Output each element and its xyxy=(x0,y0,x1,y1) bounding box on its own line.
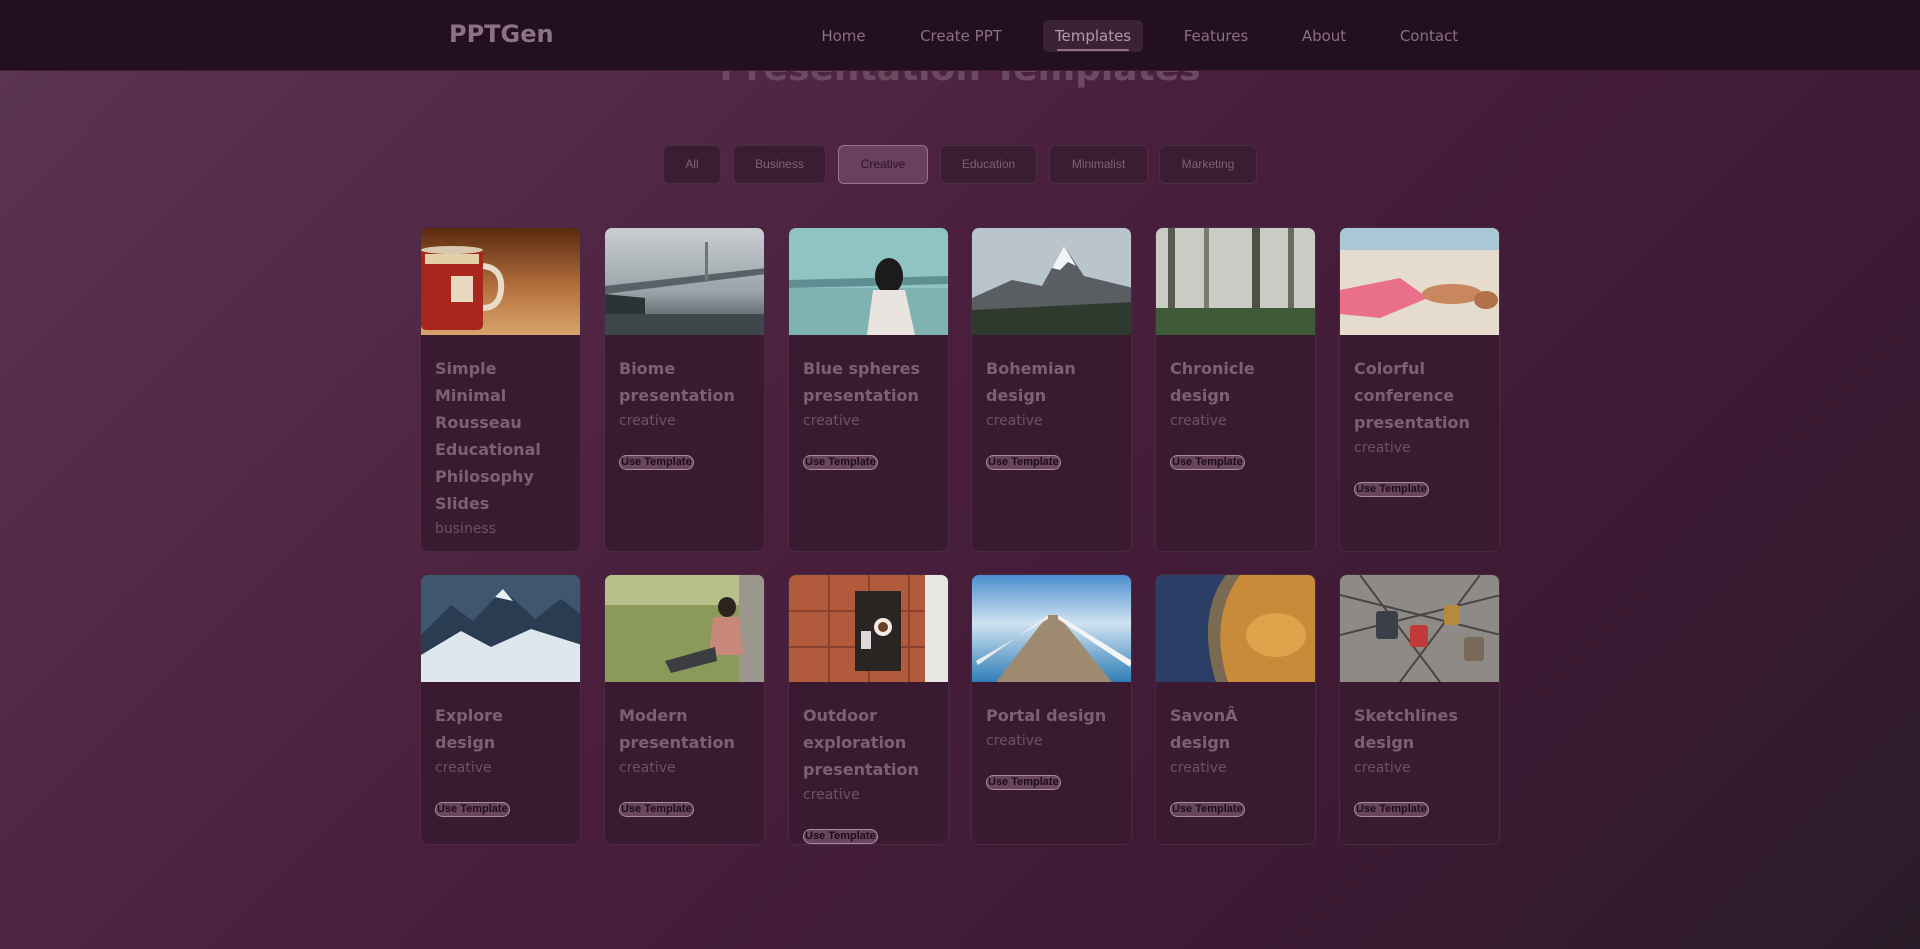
template-title: Sketchlines design xyxy=(1354,706,1458,752)
man-in-grass-photo xyxy=(605,575,764,682)
template-card[interactable]: Biome presentation creative Use Template xyxy=(604,227,765,552)
aerial-terrain-photo xyxy=(1156,575,1315,682)
template-card[interactable]: Sketchlines design creative Use Template xyxy=(1339,574,1500,845)
template-title: Modern presentation xyxy=(619,706,735,752)
template-title: Portal design xyxy=(986,706,1107,725)
blindfolded-woman-sea-photo xyxy=(789,228,948,335)
template-category: creative xyxy=(1170,413,1227,429)
pier-ocean-photo xyxy=(972,575,1131,682)
template-category: business xyxy=(435,521,497,537)
template-category: creative xyxy=(803,413,860,429)
use-template-button[interactable]: Use Template xyxy=(986,455,1061,470)
template-category: creative xyxy=(1354,440,1411,456)
template-title: SavonÂ design xyxy=(1170,706,1238,752)
snowy-peak-photo xyxy=(972,228,1131,335)
template-category: creative xyxy=(986,733,1043,749)
template-title: Explore design xyxy=(435,706,503,752)
template-title: Chronicle design xyxy=(1170,359,1255,405)
template-card[interactable]: Modern presentation creative Use Templat… xyxy=(604,574,765,845)
template-card[interactable]: Colorful conference presentation creativ… xyxy=(1339,227,1500,552)
template-card[interactable]: Outdoor exploration presentation creativ… xyxy=(788,574,949,845)
use-template-button[interactable]: Use Template xyxy=(1354,482,1429,497)
template-category: creative xyxy=(803,787,860,803)
nav-home[interactable]: Home xyxy=(810,20,877,52)
template-card[interactable]: Portal design creative Use Template xyxy=(971,574,1132,845)
template-category: creative xyxy=(1354,760,1411,776)
nav-templates[interactable]: Templates xyxy=(1043,20,1143,52)
nav-links: Home Create PPT Templates Features About… xyxy=(0,0,1920,71)
blue-mountains-photo xyxy=(421,575,580,682)
nav-contact[interactable]: Contact xyxy=(1391,20,1467,52)
nav-create-ppt[interactable]: Create PPT xyxy=(911,20,1011,52)
template-category: creative xyxy=(619,760,676,776)
template-category: creative xyxy=(1170,760,1227,776)
top-navbar: PPTGen Home Create PPT Templates Feature… xyxy=(0,0,1920,71)
template-grid: Simple Minimal Rousseau Educational Phil… xyxy=(0,0,1920,949)
template-card[interactable]: Explore design creative Use Template xyxy=(420,574,581,845)
template-category: creative xyxy=(986,413,1043,429)
love-locks-photo xyxy=(1340,575,1499,682)
template-title: Simple Minimal Rousseau Educational Phil… xyxy=(435,359,541,513)
template-title: Colorful conference presentation xyxy=(1354,359,1470,432)
use-template-button[interactable]: Use Template xyxy=(803,829,878,844)
use-template-button[interactable]: Use Template xyxy=(1354,802,1429,817)
template-category: creative xyxy=(619,413,676,429)
use-template-button[interactable]: Use Template xyxy=(619,455,694,470)
use-template-button[interactable]: Use Template xyxy=(803,455,878,470)
template-title: Bohemian design xyxy=(986,359,1076,405)
red-mug-photo xyxy=(421,228,580,335)
template-title: Biome presentation xyxy=(619,359,735,405)
use-template-button[interactable]: Use Template xyxy=(1170,802,1245,817)
foggy-bridge-photo xyxy=(605,228,764,335)
beach-sunbathers-photo xyxy=(1340,228,1499,335)
nav-features[interactable]: Features xyxy=(1176,20,1256,52)
template-card[interactable]: Chronicle design creative Use Template xyxy=(1155,227,1316,552)
use-template-button[interactable]: Use Template xyxy=(619,802,694,817)
use-template-button[interactable]: Use Template xyxy=(1170,455,1245,470)
template-title: Outdoor exploration presentation xyxy=(803,706,919,779)
coffee-tiles-photo xyxy=(789,575,948,682)
template-category: creative xyxy=(435,760,492,776)
template-title: Blue spheres presentation xyxy=(803,359,920,405)
use-template-button[interactable]: Use Template xyxy=(986,775,1061,790)
template-card[interactable]: SavonÂ design creative Use Template xyxy=(1155,574,1316,845)
use-template-button[interactable]: Use Template xyxy=(435,802,510,817)
misty-forest-photo xyxy=(1156,228,1315,335)
template-card[interactable]: Blue spheres presentation creative Use T… xyxy=(788,227,949,552)
template-card[interactable]: Bohemian design creative Use Template xyxy=(971,227,1132,552)
nav-about[interactable]: About xyxy=(1293,20,1355,52)
template-card[interactable]: Simple Minimal Rousseau Educational Phil… xyxy=(420,227,581,552)
